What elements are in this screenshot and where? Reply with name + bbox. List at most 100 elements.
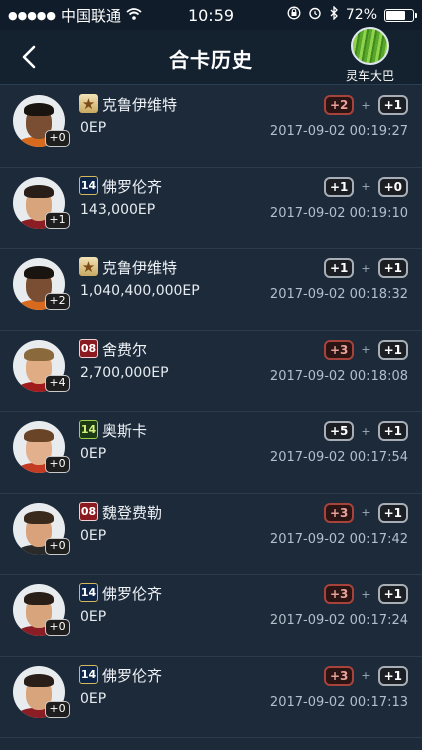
- ep-value: 0EP: [80, 527, 107, 544]
- status-left: ●●●●● 中国联通: [8, 5, 158, 26]
- level-badge: +0: [45, 700, 70, 718]
- player-hair: [24, 266, 54, 279]
- material-card-level: +1: [377, 95, 408, 115]
- merge-combo: +1 + +0: [323, 176, 408, 197]
- plus-sign: +: [361, 180, 371, 193]
- merge-timestamp: 2017-09-02 00:18:32: [269, 287, 408, 302]
- list-peek: [0, 738, 422, 750]
- season-badge: 14: [79, 420, 98, 439]
- source-card-level: +3: [323, 339, 355, 360]
- player-hair: [24, 103, 54, 116]
- plus-sign: +: [361, 587, 371, 601]
- source-card-level: +2: [323, 95, 355, 115]
- merge-timestamp: 2017-09-02 00:17:24: [269, 613, 408, 628]
- legend-star-icon: ★: [79, 94, 98, 113]
- status-right: 72%: [287, 5, 417, 24]
- history-row[interactable]: +0 08 魏登费勒 0EP +3 + +1 2017-09-02 00:17:42: [0, 493, 422, 575]
- status-bar: ●●●●● 中国联通 10:59 72%: [0, 0, 422, 30]
- material-card-level: +1: [377, 665, 408, 686]
- material-card-level: +0: [377, 176, 408, 197]
- merge-history-list: +0 ★ 克鲁伊维特 0EP +2 + +1 2017-09-02 00:19:27 +1 14 佛…: [0, 86, 422, 738]
- carrier-name: 中国联通: [61, 6, 122, 25]
- season-badge: 08: [79, 501, 98, 521]
- history-row[interactable]: +0 14 佛罗伦齐 0EP +3 + +1 2017-09-02 00:17:13: [0, 656, 422, 738]
- source-card-level: +3: [323, 584, 355, 604]
- source-card-level: +3: [323, 502, 355, 523]
- user-name: 灵车大巴: [345, 69, 394, 83]
- material-card-level: +1: [377, 584, 408, 604]
- ep-value: 0EP: [80, 120, 107, 136]
- battery-icon: [384, 8, 417, 22]
- merge-combo: +1 + +1: [323, 258, 408, 278]
- history-row[interactable]: +4 08 舍费尔 2,700,000EP +3 + +1 2017-09-02 00:18:…: [0, 330, 422, 412]
- level-badge: +1: [45, 211, 70, 229]
- battery-percent: 72%: [345, 7, 377, 23]
- player-name: 佛罗伦齐: [102, 177, 163, 196]
- signal-dots-icon: ●●●●●: [8, 8, 56, 22]
- level-badge: +0: [45, 537, 70, 555]
- level-badge: +4: [45, 374, 70, 392]
- ep-value: 0EP: [80, 446, 107, 462]
- avatar: [351, 27, 389, 65]
- plus-sign: +: [361, 343, 371, 356]
- material-card-level: +1: [377, 258, 408, 278]
- history-row[interactable]: +0 ★ 克鲁伊维特 0EP +2 + +1 2017-09-02 00:19:27: [0, 86, 422, 168]
- merge-combo: +3 + +1: [323, 665, 408, 686]
- merge-combo: +3 + +1: [323, 584, 408, 604]
- player-name: 舍费尔: [102, 340, 148, 359]
- source-card-level: +3: [323, 665, 355, 686]
- player-hair: [24, 592, 54, 605]
- bluetooth-icon: [329, 5, 339, 24]
- player-name: 奥斯卡: [102, 422, 148, 440]
- season-badge: 14: [79, 175, 98, 195]
- material-card-level: +1: [377, 421, 408, 441]
- ep-value: 0EP: [80, 690, 107, 707]
- plus-sign: +: [361, 669, 371, 682]
- nav-bar: 合卡历史 灵车大巴: [0, 27, 422, 85]
- player-name: 佛罗伦齐: [102, 585, 163, 603]
- merge-timestamp: 2017-09-02 00:19:10: [269, 205, 408, 221]
- player-hair: [24, 510, 54, 524]
- merge-combo: +5 + +1: [323, 421, 408, 441]
- battery-fill: [386, 10, 405, 20]
- plus-sign: +: [361, 506, 371, 519]
- season-badge: 14: [79, 583, 98, 602]
- material-card-level: +1: [377, 339, 408, 360]
- merge-combo: +3 + +1: [323, 502, 408, 523]
- source-card-level: +1: [323, 258, 355, 278]
- legend-star-icon: ★: [79, 257, 98, 276]
- merge-combo: +2 + +1: [323, 95, 408, 115]
- history-row[interactable]: +2 ★ 克鲁伊维特 1,040,400,000EP +1 + +1 2017-09-02 0…: [0, 249, 422, 331]
- alarm-icon: [308, 6, 322, 24]
- plus-sign: +: [361, 424, 371, 438]
- level-badge: +0: [45, 456, 70, 473]
- merge-timestamp: 2017-09-02 00:19:27: [269, 124, 408, 139]
- merge-timestamp: 2017-09-02 00:17:42: [269, 531, 408, 547]
- player-hair: [24, 673, 54, 687]
- ep-value: 2,700,000EP: [80, 364, 169, 381]
- history-row[interactable]: +0 14 佛罗伦齐 0EP +3 + +1 2017-09-02 00:17:24: [0, 575, 422, 657]
- profile-button[interactable]: 灵车大巴: [340, 27, 400, 84]
- ep-value: 1,040,400,000EP: [80, 283, 200, 299]
- ep-value: 143,000EP: [80, 201, 156, 218]
- history-row[interactable]: +1 14 佛罗伦齐 143,000EP +1 + +0 2017-09-02 00:19:1…: [0, 167, 422, 249]
- source-card-level: +1: [323, 176, 355, 197]
- player-hair: [24, 429, 54, 442]
- ep-value: 0EP: [80, 609, 107, 625]
- material-card-level: +1: [377, 502, 408, 523]
- level-badge: +2: [45, 293, 70, 310]
- player-hair: [24, 184, 54, 198]
- level-badge: +0: [45, 130, 70, 147]
- merge-timestamp: 2017-09-02 00:18:08: [269, 368, 408, 384]
- level-badge: +0: [45, 619, 70, 636]
- history-row[interactable]: +0 14 奥斯卡 0EP +5 + +1 2017-09-02 00:17:54: [0, 412, 422, 494]
- season-badge: 14: [79, 664, 98, 684]
- player-name: 克鲁伊维特: [102, 96, 178, 114]
- source-card-level: +5: [323, 421, 355, 441]
- player-hair: [24, 347, 54, 361]
- wifi-icon: [126, 6, 142, 24]
- season-badge: 08: [79, 338, 98, 358]
- player-name: 克鲁伊维特: [102, 259, 178, 277]
- plus-sign: +: [361, 261, 371, 275]
- merge-timestamp: 2017-09-02 00:17:13: [269, 694, 408, 710]
